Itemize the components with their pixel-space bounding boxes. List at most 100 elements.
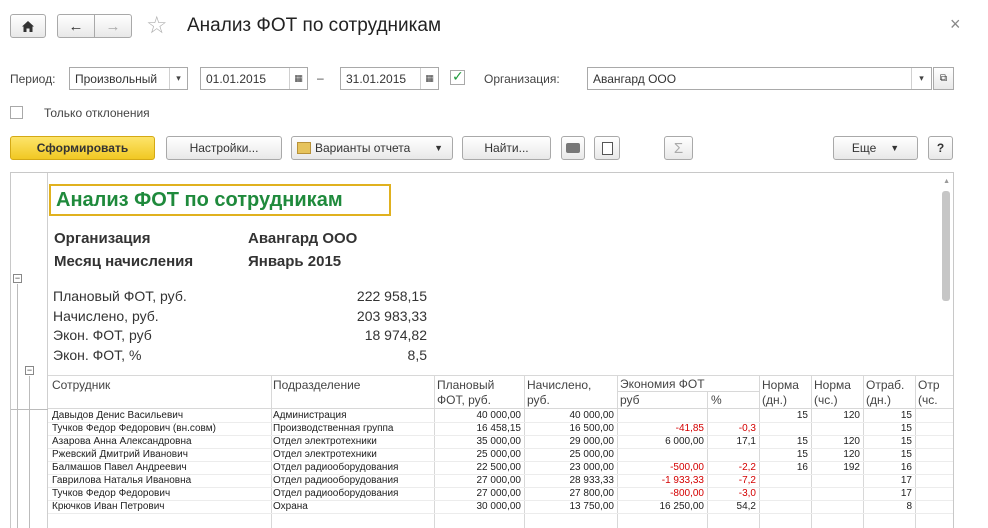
- more-label: Еще: [851, 141, 877, 155]
- checkmark-icon: ✓: [452, 68, 464, 84]
- summary-label: Плановый ФОТ, руб.: [53, 288, 187, 304]
- col-accrued: руб.: [527, 393, 550, 407]
- arrow-left-icon: ←: [68, 17, 84, 35]
- table-cell-dept: Отдел электротехники: [273, 436, 377, 447]
- calendar-icon[interactable]: ▦: [420, 68, 438, 89]
- summary-value: 8,5: [407, 347, 427, 363]
- period-type-select[interactable]: Произвольный ▾: [69, 67, 188, 90]
- table-cell-dept: Отдел электротехники: [273, 449, 377, 460]
- table-cell-eco-rub: -500,00: [670, 462, 704, 473]
- table-cell-norm-h: 120: [843, 449, 860, 460]
- col-accrued: Начислено,: [527, 378, 592, 392]
- summary-label: Экон. ФОТ, %: [53, 347, 142, 363]
- date-from-input[interactable]: 01.01.2015 ▦: [200, 67, 308, 90]
- table-cell-accrued: 27 800,00: [569, 488, 615, 499]
- favorite-star-icon[interactable]: ☆: [146, 13, 168, 39]
- col-worked-hours: (чс.: [918, 393, 938, 407]
- col-economy-pct: %: [711, 393, 722, 407]
- table-cell-dept: Администрация: [273, 410, 347, 421]
- summary-value: 203 983,33: [356, 308, 427, 324]
- table-cell-name: Ржевский Дмитрий Иванович: [52, 449, 188, 460]
- print-button[interactable]: [561, 136, 585, 160]
- collapse-toggle[interactable]: −: [13, 274, 22, 283]
- table-cell-plan: 27 000,00: [476, 475, 522, 486]
- col-employee: Сотрудник: [52, 378, 111, 392]
- forward-button[interactable]: →: [94, 14, 132, 38]
- table-cell-eco-rub: -800,00: [670, 488, 704, 499]
- vertical-scrollbar-thumb[interactable]: [942, 191, 950, 301]
- date-range-dash: –: [317, 71, 324, 85]
- table-cell-norm-d: 15: [796, 410, 808, 421]
- organization-select[interactable]: Авангард ООО ▾: [587, 67, 932, 90]
- preview-button[interactable]: [594, 136, 620, 160]
- table-cell-eco-pct: -3,0: [738, 488, 756, 499]
- row-divider: [48, 513, 953, 514]
- table-cell-accrued: 16 500,00: [569, 423, 615, 434]
- generate-button[interactable]: Сформировать: [10, 136, 155, 160]
- window-title: Анализ ФОТ по сотрудникам: [187, 15, 442, 36]
- report-variants-button[interactable]: Варианты отчета ▼: [291, 136, 453, 160]
- table-cell-work-d: 15: [900, 423, 912, 434]
- table-cell-work-d: 15: [900, 436, 912, 447]
- chevron-down-icon[interactable]: ▾: [911, 68, 931, 89]
- home-button[interactable]: [10, 14, 46, 38]
- only-deviations-checkbox[interactable]: [10, 106, 23, 119]
- month-header-label: Месяц начисления: [54, 253, 194, 270]
- summary-value: 222 958,15: [356, 288, 427, 304]
- find-button[interactable]: Найти...: [462, 136, 551, 160]
- more-button[interactable]: Еще ▼: [833, 136, 918, 160]
- date-to-value: 31.01.2015: [346, 71, 407, 86]
- date-to-input[interactable]: 31.01.2015 ▦: [340, 67, 439, 90]
- calendar-icon[interactable]: ▦: [289, 68, 307, 89]
- organization-label: Организация:: [484, 72, 560, 86]
- table-cell-eco-rub: -1 933,33: [661, 475, 704, 486]
- table-cell-accrued: 29 000,00: [569, 436, 615, 447]
- chevron-down-icon[interactable]: ▾: [169, 68, 187, 89]
- back-button[interactable]: ←: [57, 14, 95, 38]
- table-cell-work-d: 15: [900, 410, 912, 421]
- table-cell-plan: 30 000,00: [476, 501, 522, 512]
- sum-button[interactable]: Σ: [664, 136, 693, 160]
- table-cell-work-d: 8: [906, 501, 912, 512]
- settings-button[interactable]: Настройки...: [166, 136, 282, 160]
- table-cell-plan: 40 000,00: [476, 410, 522, 421]
- date-from-value: 01.01.2015: [206, 71, 267, 86]
- tree-line: [17, 284, 18, 528]
- help-button[interactable]: ?: [928, 136, 953, 160]
- col-worked-days: Отраб.: [866, 378, 905, 392]
- table-cell-eco-rub: 6 000,00: [665, 436, 704, 447]
- table-cell-norm-h: 120: [843, 436, 860, 447]
- col-economy-rub: руб: [620, 393, 640, 407]
- tree-line: [11, 409, 48, 410]
- scroll-up-icon[interactable]: ▲: [943, 178, 950, 185]
- table-cell-work-d: 17: [900, 475, 912, 486]
- table-cell-eco-rub: -41,85: [675, 423, 704, 434]
- table-cell-norm-h: 192: [843, 462, 860, 473]
- col-department: Подразделение: [273, 378, 361, 392]
- table-cell-eco-pct: 17,1: [736, 436, 756, 447]
- table-cell-accrued: 13 750,00: [569, 501, 615, 512]
- organization-header-label: Организация: [54, 230, 151, 247]
- summary-label: Начислено, руб.: [53, 308, 159, 324]
- table-cell-accrued: 23 000,00: [569, 462, 615, 473]
- col-worked-days: (дн.): [866, 393, 891, 407]
- table-cell-norm-d: 15: [796, 436, 808, 447]
- open-organization-button[interactable]: ⧉: [933, 67, 954, 90]
- table-cell-accrued: 28 933,33: [569, 475, 615, 486]
- table-cell-norm-d: 15: [796, 449, 808, 460]
- month-header-value: Январь 2015: [248, 253, 342, 270]
- period-checkbox[interactable]: ✓: [450, 68, 465, 85]
- tree-line: [29, 376, 30, 528]
- col-plan: Плановый: [437, 378, 495, 392]
- close-icon[interactable]: ×: [950, 14, 961, 35]
- table-cell-plan: 35 000,00: [476, 436, 522, 447]
- col-norm-days: Норма: [762, 378, 799, 392]
- open-window-icon: ⧉: [939, 73, 948, 84]
- table-cell-norm-d: 16: [796, 462, 808, 473]
- table-cell-eco-pct: -7,2: [738, 475, 756, 486]
- col-economy: Экономия ФОТ: [620, 377, 705, 391]
- table-cell-dept: Отдел радиооборудования: [273, 462, 399, 473]
- collapse-toggle[interactable]: −: [25, 366, 34, 375]
- report-area[interactable]: − − Анализ ФОТ по сотрудникам Организаци…: [10, 172, 954, 528]
- report-variants-label: Варианты отчета: [315, 141, 411, 155]
